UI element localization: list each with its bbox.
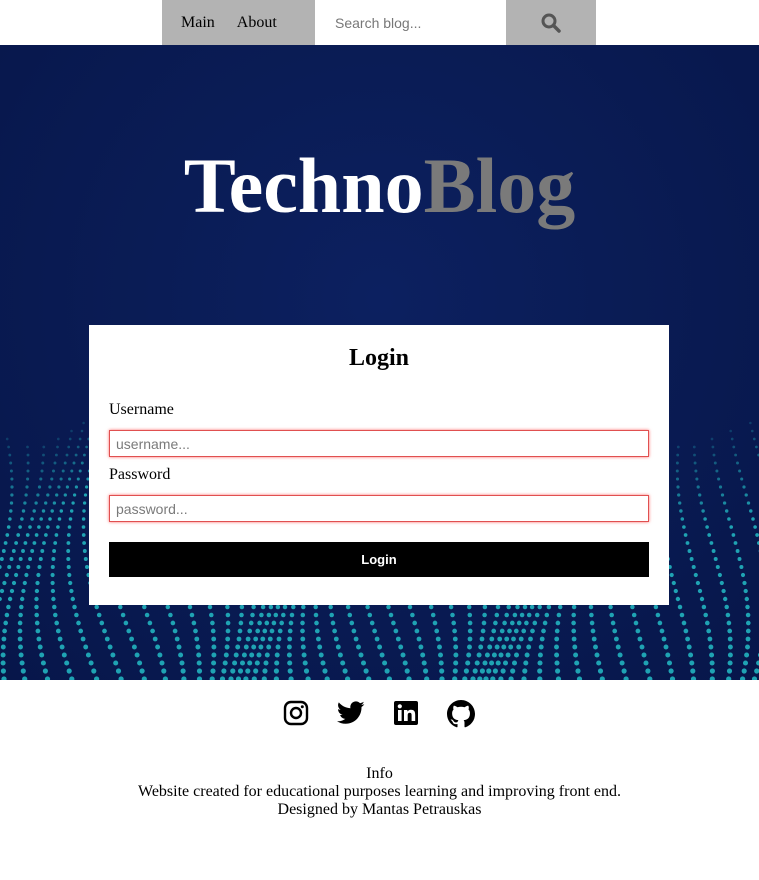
username-input[interactable] bbox=[109, 430, 649, 457]
info-text: Website created for educational purposes… bbox=[138, 783, 621, 800]
twitter-icon bbox=[336, 701, 365, 724]
search-input[interactable] bbox=[315, 0, 506, 45]
nav-link-main[interactable]: Main bbox=[181, 0, 215, 45]
top-navigation: Main About bbox=[0, 0, 759, 45]
hero-banner: TechnoBlog Login Username Password Login bbox=[0, 45, 759, 680]
password-input[interactable] bbox=[109, 495, 649, 522]
social-links bbox=[0, 700, 759, 730]
site-logo: TechnoBlog bbox=[0, 141, 759, 231]
login-button[interactable]: Login bbox=[109, 542, 649, 577]
footer-info: Info Website created for educational pur… bbox=[0, 765, 759, 819]
nav-link-about[interactable]: About bbox=[237, 0, 277, 45]
github-icon bbox=[447, 700, 475, 728]
login-card: Login Username Password Login bbox=[89, 325, 669, 605]
instagram-icon bbox=[283, 700, 309, 726]
login-title: Login bbox=[348, 345, 410, 371]
info-title: Info bbox=[366, 765, 393, 782]
nav-menu: Main About bbox=[162, 0, 315, 45]
search-button[interactable] bbox=[506, 0, 596, 45]
linkedin-icon bbox=[394, 701, 418, 725]
username-label: Username bbox=[109, 401, 174, 418]
github-link[interactable] bbox=[447, 700, 475, 728]
logo-blog: Blog bbox=[423, 142, 576, 229]
logo-techno: Techno bbox=[183, 142, 424, 229]
designer-credit: Designed by Mantas Petrauskas bbox=[277, 801, 482, 818]
linkedin-link[interactable] bbox=[393, 700, 421, 728]
password-label: Password bbox=[109, 466, 171, 483]
instagram-link[interactable] bbox=[283, 700, 311, 728]
twitter-link[interactable] bbox=[336, 700, 365, 728]
search-icon bbox=[541, 13, 561, 33]
